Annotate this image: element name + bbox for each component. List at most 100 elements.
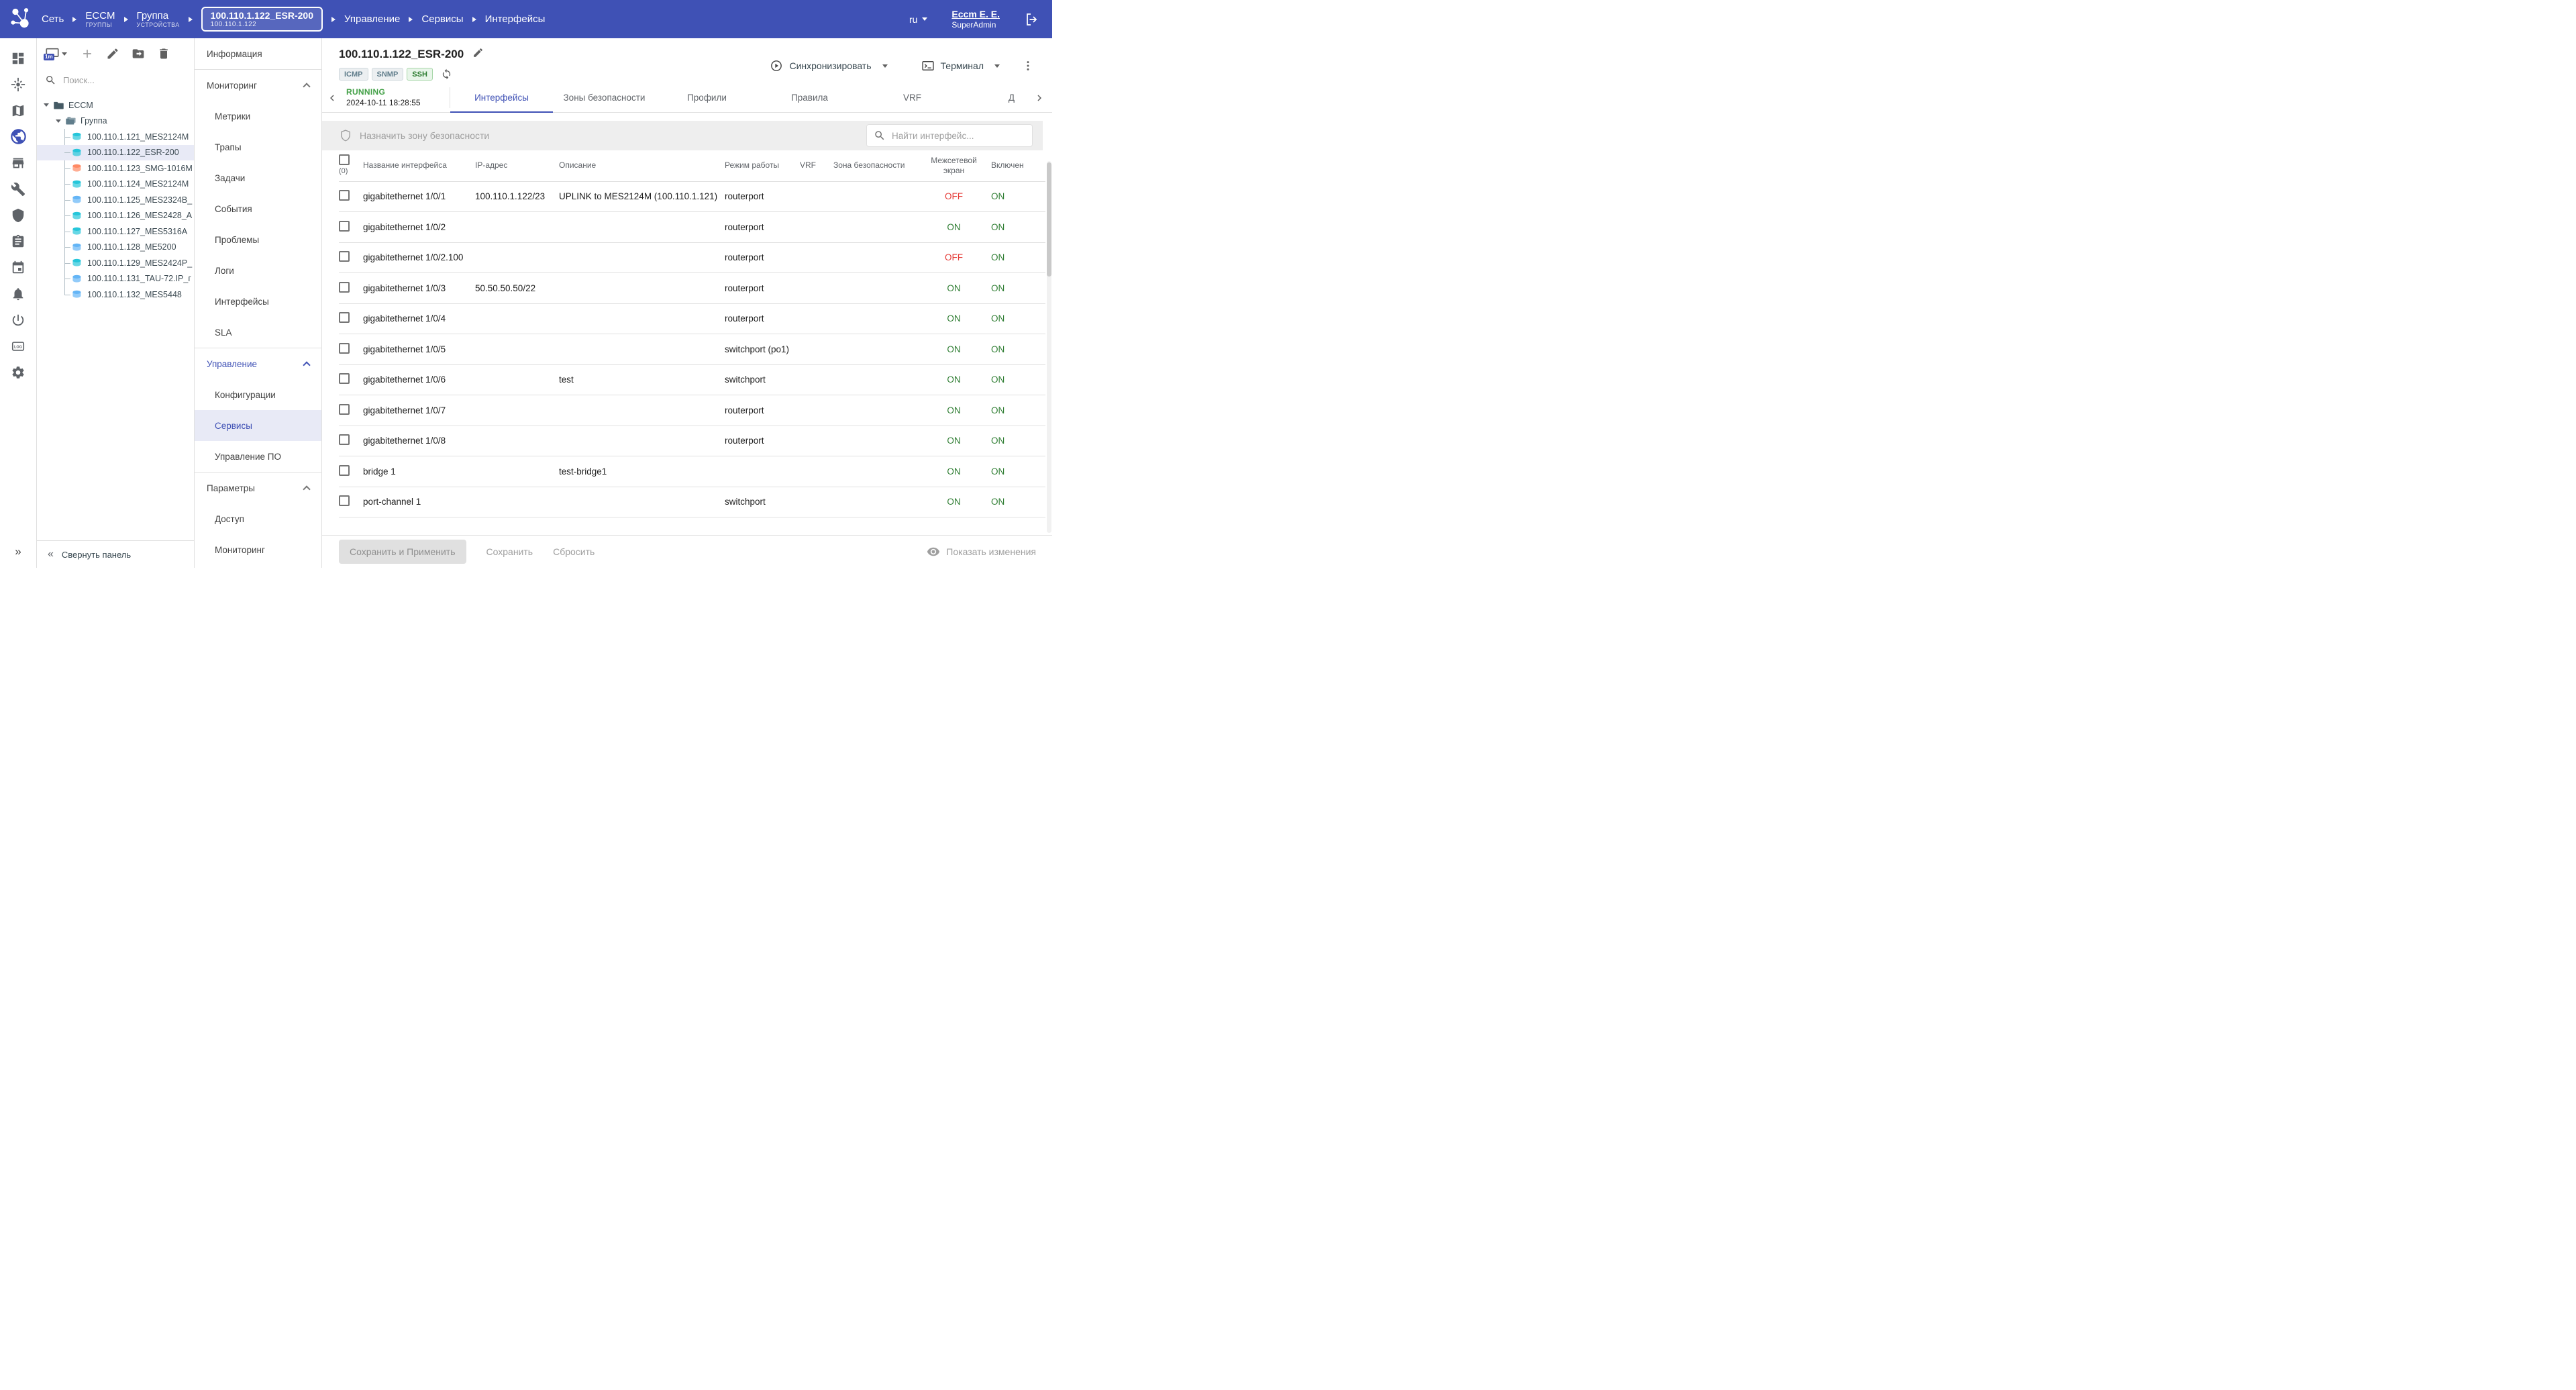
row-checkbox[interactable]: [339, 465, 350, 476]
row-checkbox[interactable]: [339, 404, 350, 415]
scrollbar-thumb[interactable]: [1047, 162, 1051, 277]
row-checkbox[interactable]: [339, 495, 350, 506]
synchronize-dropdown-button[interactable]: [876, 59, 894, 73]
settings-icon[interactable]: [3, 359, 33, 385]
tab-interfaces[interactable]: Интерфейсы: [450, 83, 553, 112]
breadcrumb-network[interactable]: Сеть: [42, 13, 64, 25]
menu-header-monitoring[interactable]: Мониторинг: [195, 70, 321, 101]
monitoring-interval-button[interactable]: 1m: [45, 46, 67, 61]
menu-item-problems[interactable]: Проблемы: [195, 224, 321, 255]
breadcrumb-management[interactable]: Управление: [344, 13, 400, 25]
tree-device-selected[interactable]: 100.110.1.122_ESR-200: [37, 145, 194, 161]
menu-item-configurations[interactable]: Конфигурации: [195, 379, 321, 410]
user-menu[interactable]: Eccm E. E. SuperAdmin: [951, 8, 1000, 31]
table-row[interactable]: gigabitethernet 1/0/5 switchport (po1) O…: [339, 334, 1045, 365]
save-button[interactable]: Сохранить: [486, 546, 533, 557]
incidents-icon[interactable]: [3, 71, 33, 97]
tab-clipped[interactable]: Д: [964, 83, 1016, 112]
tree-device[interactable]: 100.110.1.121_MES2124M: [37, 129, 194, 145]
breadcrumb-interfaces[interactable]: Интерфейсы: [485, 13, 546, 25]
edit-title-button[interactable]: [472, 47, 484, 62]
power-icon[interactable]: [3, 307, 33, 333]
menu-item-metrics[interactable]: Метрики: [195, 101, 321, 132]
tab-rules[interactable]: Правила: [758, 83, 861, 112]
row-checkbox[interactable]: [339, 373, 350, 384]
tabs-scroll-right-button[interactable]: [1027, 83, 1052, 112]
dashboard-icon[interactable]: [3, 45, 33, 71]
breadcrumb-group[interactable]: ГруппаУСТРОЙСТВА: [137, 10, 180, 29]
tree-search-input[interactable]: [63, 75, 186, 85]
table-row[interactable]: bridge 1 test-bridge1 ON ON: [339, 456, 1045, 487]
row-checkbox[interactable]: [339, 190, 350, 201]
select-all-checkbox[interactable]: [339, 154, 350, 165]
tree-node-group[interactable]: Группа: [37, 113, 194, 130]
table-row[interactable]: gigabitethernet 1/0/6 test switchport ON…: [339, 364, 1045, 395]
menu-item-services-active[interactable]: Сервисы: [195, 410, 321, 441]
tree-device[interactable]: 100.110.1.131_TAU-72.IP_г: [37, 271, 194, 287]
table-row[interactable]: port-channel 1 switchport ON ON: [339, 487, 1045, 517]
menu-item-sla[interactable]: SLA: [195, 317, 321, 348]
row-checkbox[interactable]: [339, 221, 350, 232]
tasks-icon[interactable]: [3, 228, 33, 254]
inventory-icon[interactable]: [3, 150, 33, 176]
synchronize-button[interactable]: Синхронизировать: [766, 54, 875, 78]
tree-device[interactable]: 100.110.1.132_MES5448: [37, 287, 194, 303]
notifications-icon[interactable]: [3, 281, 33, 307]
expand-rail-button[interactable]: »: [3, 540, 33, 564]
tools-icon[interactable]: [3, 176, 33, 202]
menu-header-parameters[interactable]: Параметры: [195, 473, 321, 503]
menu-item-interfaces[interactable]: Интерфейсы: [195, 286, 321, 317]
row-checkbox[interactable]: [339, 282, 350, 293]
table-row[interactable]: gigabitethernet 1/0/7 routerport ON ON: [339, 395, 1045, 426]
language-selector[interactable]: ru: [909, 14, 927, 25]
tree-expand-icon[interactable]: [44, 103, 49, 107]
menu-item-access[interactable]: Доступ: [195, 503, 321, 534]
schedule-icon[interactable]: [3, 254, 33, 281]
menu-item-logs[interactable]: Логи: [195, 255, 321, 286]
menu-item-tasks[interactable]: Задачи: [195, 162, 321, 193]
table-row[interactable]: gigabitethernet 1/0/3 50.50.50.50/22 rou…: [339, 273, 1045, 304]
table-row[interactable]: gigabitethernet 1/0/4 routerport ON ON: [339, 303, 1045, 334]
logs-icon[interactable]: LOG: [3, 333, 33, 359]
row-checkbox[interactable]: [339, 434, 350, 445]
terminal-button[interactable]: Терминал: [917, 54, 988, 78]
table-row[interactable]: gigabitethernet 1/0/2 routerport ON ON: [339, 212, 1045, 243]
menu-item-software[interactable]: Управление ПО: [195, 441, 321, 472]
breadcrumb-services[interactable]: Сервисы: [421, 13, 463, 25]
edit-device-button[interactable]: [106, 47, 119, 60]
reset-button[interactable]: Сбросить: [553, 546, 595, 557]
tree-node-root[interactable]: ECCM: [37, 97, 194, 113]
more-actions-button[interactable]: [1019, 56, 1037, 75]
row-checkbox[interactable]: [339, 343, 350, 354]
tabs-scroll-left-button[interactable]: [322, 83, 342, 112]
table-row[interactable]: gigabitethernet 1/0/2.100 routerport OFF…: [339, 242, 1045, 273]
tree-device[interactable]: 100.110.1.125_MES2324B_: [37, 192, 194, 208]
logout-button[interactable]: [1024, 11, 1040, 28]
maps-icon[interactable]: [3, 97, 33, 123]
tree-expand-icon[interactable]: [56, 119, 61, 123]
vertical-scrollbar[interactable]: [1047, 161, 1051, 533]
row-checkbox[interactable]: [339, 312, 350, 323]
tab-vrf[interactable]: VRF: [861, 83, 964, 112]
tree-device[interactable]: 100.110.1.128_ME5200: [37, 240, 194, 256]
add-device-button[interactable]: [81, 47, 94, 60]
move-device-button[interactable]: [132, 47, 145, 60]
menu-item-monitoring-params[interactable]: Мониторинг: [195, 534, 321, 565]
delete-device-button[interactable]: [157, 47, 170, 60]
table-row[interactable]: gigabitethernet 1/0/1 100.110.1.122/23 U…: [339, 181, 1045, 212]
table-row[interactable]: gigabitethernet 1/0/8 routerport ON ON: [339, 426, 1045, 456]
row-checkbox[interactable]: [339, 251, 350, 262]
terminal-dropdown-button[interactable]: [988, 59, 1007, 73]
tree-device[interactable]: 100.110.1.123_SMG-1016M: [37, 160, 194, 177]
save-and-apply-button[interactable]: Сохранить и Применить: [339, 540, 466, 564]
tab-security-zones[interactable]: Зоны безопасности: [553, 83, 656, 112]
refresh-availability-button[interactable]: [441, 68, 452, 80]
tree-device[interactable]: 100.110.1.127_MES5316A: [37, 224, 194, 240]
app-logo[interactable]: [5, 4, 36, 35]
collapse-panel-button[interactable]: « Свернуть панель: [37, 540, 194, 568]
interface-search-input[interactable]: [892, 131, 1025, 141]
tab-profiles[interactable]: Профили: [656, 83, 758, 112]
breadcrumb-eccm[interactable]: ECCMГРУППЫ: [85, 10, 115, 29]
menu-item-information[interactable]: Информация: [195, 38, 321, 69]
menu-item-events[interactable]: События: [195, 193, 321, 224]
